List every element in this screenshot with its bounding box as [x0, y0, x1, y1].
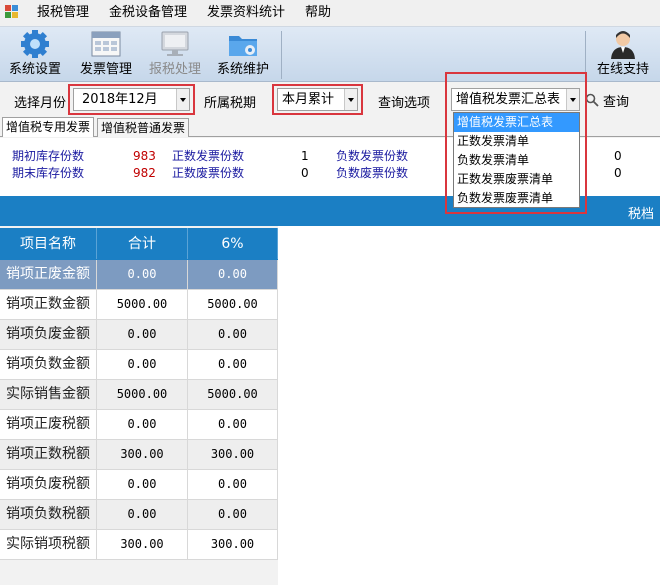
- row-name: 销项负数金额: [0, 350, 97, 379]
- search-icon: [585, 93, 599, 107]
- column-header-total[interactable]: 合计: [97, 228, 188, 259]
- positive-void-label: 正数废票份数: [172, 166, 245, 180]
- menu-help[interactable]: 帮助: [295, 0, 341, 26]
- negative-invoice-value: 0: [614, 149, 622, 163]
- row-rate-6: 0.00: [188, 350, 278, 379]
- positive-void-value: 0: [301, 166, 309, 180]
- menu-device-management[interactable]: 金税设备管理: [99, 0, 197, 26]
- row-rate-6: 0.00: [188, 320, 278, 349]
- row-name: 销项正废税额: [0, 410, 97, 439]
- table-row[interactable]: 销项负数税额 0.00 0.00: [0, 500, 278, 530]
- system-settings-button[interactable]: 系统设置: [2, 29, 68, 81]
- grid-empty-area: [278, 226, 660, 585]
- row-total: 0.00: [97, 500, 188, 529]
- table-row[interactable]: 实际销项税额 300.00 300.00: [0, 530, 278, 560]
- row-total: 0.00: [97, 260, 188, 289]
- positive-invoice-value: 1: [301, 149, 309, 163]
- table-header-row: 项目名称 合计 6%: [0, 228, 278, 260]
- tab-ordinary-invoice[interactable]: 增值税普通发票: [97, 118, 190, 137]
- invoice-management-label: 发票管理: [79, 62, 132, 77]
- month-label: 选择月份: [14, 96, 67, 111]
- row-rate-6: 5000.00: [188, 380, 278, 409]
- table-row[interactable]: 销项负废金额 0.00 0.00: [0, 320, 278, 350]
- row-name: 销项正数税额: [0, 440, 97, 469]
- row-rate-6: 300.00: [188, 530, 278, 559]
- table-row[interactable]: 销项负废税额 0.00 0.00: [0, 470, 278, 500]
- row-rate-6: 0.00: [188, 260, 278, 289]
- positive-invoice-label: 正数发票份数: [172, 149, 245, 163]
- query-button[interactable]: 查询: [585, 90, 629, 110]
- row-name: 销项负数税额: [0, 500, 97, 529]
- summary-table: 项目名称 合计 6% 销项正废金额 0.00 0.00 销项正数金额 5000.…: [0, 228, 278, 560]
- row-rate-6: 0.00: [188, 500, 278, 529]
- closing-stock-label: 期末库存份数: [12, 166, 85, 180]
- table-row[interactable]: 销项正数税额 300.00 300.00: [0, 440, 278, 470]
- system-settings-label: 系统设置: [8, 62, 61, 77]
- row-total: 5000.00: [97, 290, 188, 319]
- tab-special-invoice[interactable]: 增值税专用发票: [2, 117, 95, 137]
- query-option-label: 查询选项: [378, 96, 431, 111]
- row-rate-6: 300.00: [188, 440, 278, 469]
- table-row[interactable]: 销项正废税额 0.00 0.00: [0, 410, 278, 440]
- highlight-box: [272, 84, 363, 115]
- row-name: 销项负废金额: [0, 320, 97, 349]
- row-name: 实际销项税额: [0, 530, 97, 559]
- row-name: 销项正数金额: [0, 290, 97, 319]
- column-header-item-name[interactable]: 项目名称: [0, 228, 97, 259]
- row-total: 0.00: [97, 320, 188, 349]
- folder-gear-icon: [226, 29, 260, 59]
- band-title: 税档: [627, 207, 654, 222]
- highlight-box: [445, 72, 587, 214]
- app-window: 报税管理 金税设备管理 发票资料统计 帮助 系统设置 发票管理 报税处理 系统维…: [0, 0, 660, 585]
- tax-period-label: 所属税期: [204, 96, 257, 111]
- tax-processing-button[interactable]: 报税处理: [142, 29, 208, 81]
- row-rate-6: 0.00: [188, 470, 278, 499]
- app-icon: [5, 5, 21, 21]
- support-person-icon: [606, 29, 640, 59]
- row-total: 0.00: [97, 470, 188, 499]
- row-name: 销项正废金额: [0, 260, 97, 289]
- menu-tax-management[interactable]: 报税管理: [27, 0, 99, 26]
- online-support-label: 在线支持: [596, 62, 649, 77]
- closing-stock-value: 982: [133, 166, 156, 180]
- tax-processing-label: 报税处理: [148, 62, 201, 77]
- opening-stock-value: 983: [133, 149, 156, 163]
- system-maintenance-label: 系统维护: [216, 62, 269, 77]
- table-row[interactable]: 销项正废金额 0.00 0.00: [0, 260, 278, 290]
- row-total: 0.00: [97, 410, 188, 439]
- opening-stock-label: 期初库存份数: [12, 149, 85, 163]
- row-total: 0.00: [97, 350, 188, 379]
- invoice-icon: [89, 29, 123, 59]
- system-maintenance-button[interactable]: 系统维护: [208, 29, 278, 81]
- row-name: 实际销售金额: [0, 380, 97, 409]
- toolbar-divider: [281, 31, 282, 79]
- column-header-rate-6[interactable]: 6%: [188, 228, 278, 259]
- highlight-box: [68, 84, 195, 115]
- negative-void-label: 负数废票份数: [336, 166, 409, 180]
- query-button-label: 查询: [603, 94, 630, 110]
- row-rate-6: 5000.00: [188, 290, 278, 319]
- row-name: 销项负废税额: [0, 470, 97, 499]
- monitor-icon: [158, 29, 192, 59]
- table-row[interactable]: 实际销售金额 5000.00 5000.00: [0, 380, 278, 410]
- invoice-management-button[interactable]: 发票管理: [73, 29, 139, 81]
- menu-invoice-statistics[interactable]: 发票资料统计: [197, 0, 295, 26]
- gear-icon: [18, 29, 52, 59]
- table-row[interactable]: 销项负数金额 0.00 0.00: [0, 350, 278, 380]
- online-support-button[interactable]: 在线支持: [590, 29, 656, 81]
- table-row[interactable]: 销项正数金额 5000.00 5000.00: [0, 290, 278, 320]
- row-total: 300.00: [97, 530, 188, 559]
- row-total: 300.00: [97, 440, 188, 469]
- negative-invoice-label: 负数发票份数: [336, 149, 409, 163]
- menu-bar: 报税管理 金税设备管理 发票资料统计 帮助: [0, 0, 660, 26]
- row-rate-6: 0.00: [188, 410, 278, 439]
- row-total: 5000.00: [97, 380, 188, 409]
- negative-void-value: 0: [614, 166, 622, 180]
